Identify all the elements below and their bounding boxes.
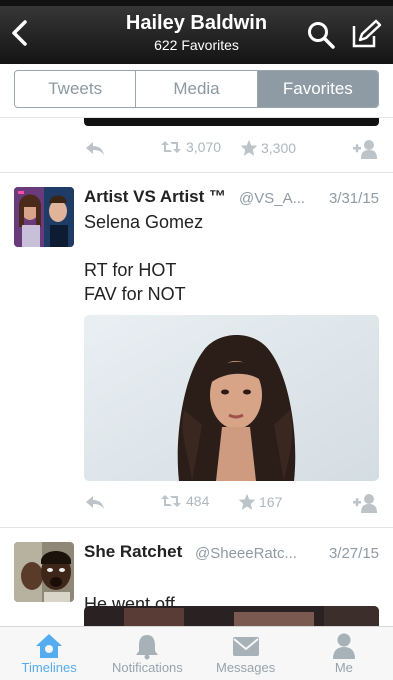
search-button[interactable]: [306, 20, 336, 50]
tweet-item[interactable]: She Ratchet @SheeeRatc... 3/27/15 He wen…: [0, 528, 393, 626]
tweet-date: 3/31/15: [328, 190, 379, 207]
envelope-icon: [232, 637, 259, 656]
tab-label: Timelines: [21, 660, 77, 675]
avatar-image: [14, 187, 74, 247]
tweet-item[interactable]: Artist VS Artist ™ @VS_A... 3/31/15 Sele…: [0, 173, 393, 527]
search-icon: [308, 22, 335, 49]
tweet-author-handle: @SheeeRatc...: [195, 545, 297, 562]
retweet-icon: [161, 495, 181, 507]
tab-media[interactable]: Media: [136, 71, 258, 107]
bottom-tab-bar: Timelines Notifications Messages Me: [0, 626, 393, 680]
tab-favorites[interactable]: Favorites: [257, 71, 378, 107]
follow-button[interactable]: [353, 493, 379, 513]
retweet-count: 484: [186, 493, 210, 509]
add-user-icon: [353, 494, 377, 513]
star-icon: [238, 493, 256, 510]
status-bar: [0, 0, 393, 6]
tweet-actions: 484 167: [84, 493, 379, 515]
tweet-text: Selena Gomez RT for HOT FAV for NOT: [84, 212, 204, 304]
reply-button[interactable]: [84, 493, 106, 511]
previous-tweet-actions: 3,070 3,300: [84, 139, 379, 161]
tweet-media-image[interactable]: [84, 606, 379, 626]
bell-icon: [136, 635, 159, 660]
retweet-button[interactable]: 484: [160, 493, 209, 509]
tab-messages[interactable]: Messages: [197, 627, 295, 680]
tab-notifications[interactable]: Notifications: [98, 627, 196, 680]
tab-label: Notifications: [111, 660, 183, 675]
retweet-count: 3,070: [186, 139, 222, 155]
compose-icon: [352, 19, 382, 48]
tab-label: Messages: [216, 660, 276, 675]
add-user-icon: [353, 140, 377, 159]
person-icon: [332, 633, 355, 659]
segmented-control: Tweets Media Favorites: [14, 70, 379, 108]
reply-icon: [86, 496, 104, 509]
reply-icon: [86, 142, 104, 155]
favorite-button[interactable]: 3,300: [240, 139, 296, 157]
tweet-author-handle: @VS_A...: [239, 190, 306, 207]
favorite-button[interactable]: 167: [238, 493, 282, 511]
avatar-image: [14, 542, 74, 602]
avatar[interactable]: [14, 187, 74, 247]
favorite-count: 167: [259, 494, 283, 510]
photo-image: [84, 315, 379, 481]
tab-tweets[interactable]: Tweets: [15, 71, 137, 107]
navigation-bar: Hailey Baldwin 622 Favorites: [0, 0, 393, 64]
follow-button[interactable]: [353, 139, 379, 159]
retweet-button[interactable]: 3,070: [160, 139, 221, 155]
photo-image: [84, 606, 379, 626]
segmented-control-bar: Tweets Media Favorites: [0, 64, 393, 118]
previous-tweet-image[interactable]: [84, 118, 379, 126]
retweet-icon: [161, 141, 181, 153]
tweet-media-image[interactable]: [84, 315, 379, 481]
compose-button[interactable]: [350, 18, 382, 50]
tab-timelines[interactable]: Timelines: [0, 627, 98, 680]
tab-label: Me: [334, 660, 353, 675]
tweet-author-name: She Ratchet: [84, 542, 183, 561]
home-icon: [36, 634, 63, 658]
tweet-date: 3/27/15: [328, 545, 379, 562]
reply-button[interactable]: [84, 139, 106, 157]
avatar[interactable]: [14, 542, 74, 602]
tweet-author-name: Artist VS Artist ™: [84, 187, 227, 206]
favorite-count: 3,300: [261, 140, 297, 156]
star-icon: [240, 139, 258, 156]
tab-me[interactable]: Me: [295, 627, 393, 680]
